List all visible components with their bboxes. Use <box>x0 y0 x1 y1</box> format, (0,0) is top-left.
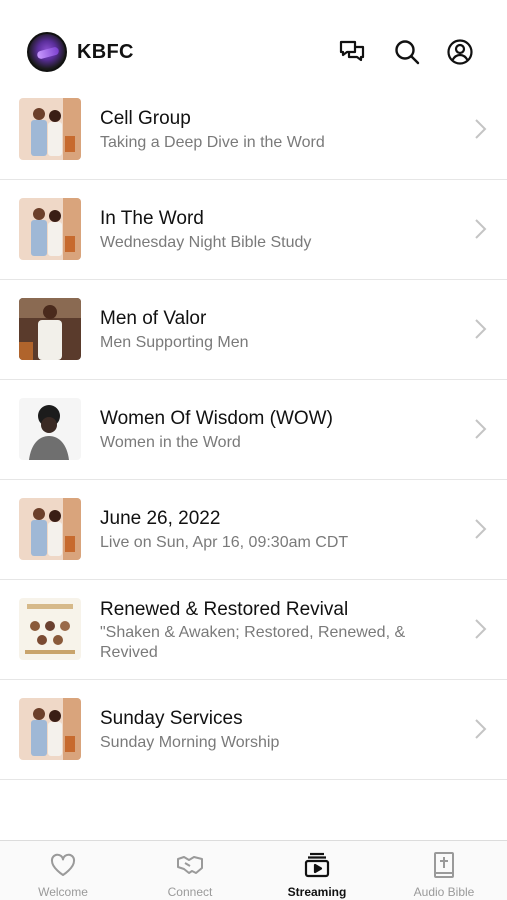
chevron-right-icon <box>473 718 487 740</box>
chevron-right-icon <box>473 518 487 540</box>
chevron-right-icon <box>473 118 487 140</box>
chevron-right-icon <box>473 418 487 440</box>
item-title: Renewed & Restored Revival <box>100 599 349 620</box>
item-subtitle: Men Supporting Men <box>100 334 249 351</box>
item-title: Women Of Wisdom (WOW) <box>100 408 333 429</box>
item-title: Cell Group <box>100 108 191 129</box>
handshake-icon <box>176 851 204 879</box>
item-thumbnail <box>19 598 81 660</box>
church-logo <box>27 32 67 72</box>
messages-icon[interactable] <box>338 38 366 66</box>
list-item[interactable]: June 26, 2022 Live on Sun, Apr 16, 09:30… <box>0 480 507 580</box>
item-thumbnail <box>19 698 81 760</box>
list-item[interactable]: Renewed & Restored Revival "Shaken & Awa… <box>0 580 507 680</box>
streaming-list: Cell Group Taking a Deep Dive in the Wor… <box>0 80 507 780</box>
play-stack-icon <box>303 851 331 879</box>
account-icon[interactable] <box>446 38 474 66</box>
app-header: KBFC <box>0 0 507 90</box>
bible-icon <box>430 851 458 879</box>
item-title: In The Word <box>100 208 204 229</box>
tab-connect[interactable]: Connect <box>127 841 253 900</box>
list-item[interactable]: Women Of Wisdom (WOW) Women in the Word <box>0 380 507 480</box>
tab-label: Connect <box>167 885 213 899</box>
heart-icon <box>49 851 77 879</box>
item-thumbnail <box>19 398 81 460</box>
item-subtitle: Taking a Deep Dive in the Word <box>100 134 325 151</box>
tab-label: Streaming <box>287 885 347 899</box>
item-thumbnail <box>19 198 81 260</box>
item-title: Men of Valor <box>100 308 207 329</box>
tab-welcome[interactable]: Welcome <box>0 841 126 900</box>
item-thumbnail <box>19 498 81 560</box>
item-subtitle: Sunday Morning Worship <box>100 734 280 751</box>
list-item[interactable]: Sunday Services Sunday Morning Worship <box>0 680 507 780</box>
chevron-right-icon <box>473 218 487 240</box>
item-subtitle: "Shaken & Awaken; Restored, Renewed, & R… <box>100 624 406 661</box>
tab-audio-bible[interactable]: Audio Bible <box>381 841 507 900</box>
item-thumbnail <box>19 298 81 360</box>
list-item[interactable]: Men of Valor Men Supporting Men <box>0 280 507 380</box>
chevron-right-icon <box>473 618 487 640</box>
item-thumbnail <box>19 98 81 160</box>
tab-label: Welcome <box>38 885 88 899</box>
search-icon[interactable] <box>393 38 421 66</box>
item-subtitle: Wednesday Night Bible Study <box>100 234 312 251</box>
app-title: KBFC <box>77 41 134 63</box>
chevron-right-icon <box>473 318 487 340</box>
list-item[interactable]: Cell Group Taking a Deep Dive in the Wor… <box>0 80 507 180</box>
item-subtitle: Live on Sun, Apr 16, 09:30am CDT <box>100 534 349 551</box>
tab-label: Audio Bible <box>413 885 475 899</box>
bottom-tab-bar: Welcome Connect Streaming Audio Bible <box>0 840 507 900</box>
item-title: Sunday Services <box>100 708 243 729</box>
list-item[interactable]: In The Word Wednesday Night Bible Study <box>0 180 507 280</box>
item-title: June 26, 2022 <box>100 508 221 529</box>
item-subtitle: Women in the Word <box>100 434 241 451</box>
tab-streaming[interactable]: Streaming <box>254 841 380 900</box>
